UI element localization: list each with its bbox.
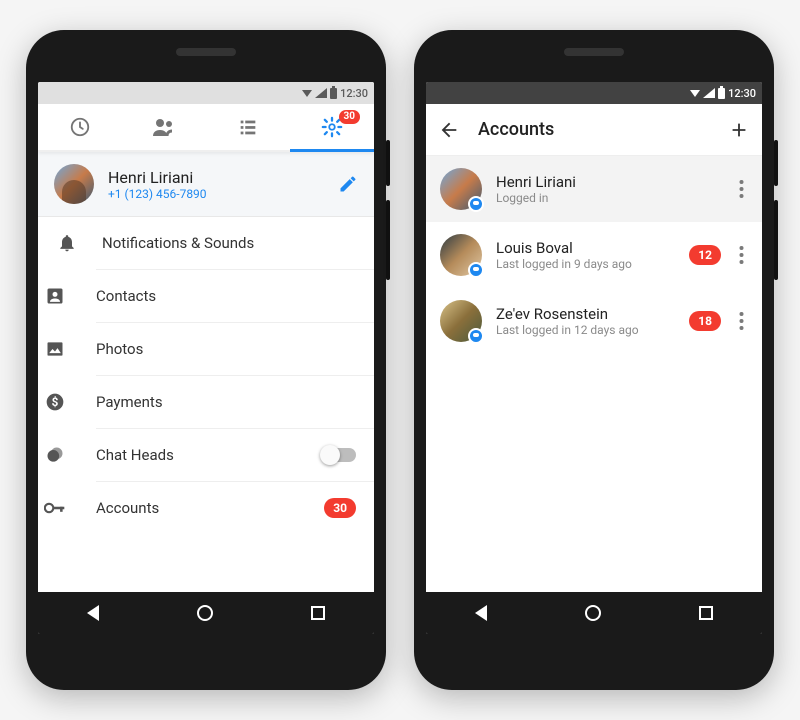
settings-item-label: Notifications & Sounds bbox=[102, 234, 356, 252]
battery-icon bbox=[718, 88, 725, 99]
account-row[interactable]: Henri Liriani Logged in bbox=[426, 156, 762, 222]
android-navbar bbox=[426, 592, 762, 634]
account-avatar bbox=[440, 234, 482, 276]
account-name: Ze'ev Rosenstein bbox=[496, 305, 639, 323]
settings-item-contacts[interactable]: Contacts bbox=[96, 269, 374, 322]
account-avatar bbox=[440, 168, 482, 210]
settings-item-label: Chat Heads bbox=[96, 446, 298, 464]
settings-item-label: Payments bbox=[96, 393, 356, 411]
account-row[interactable]: Ze'ev Rosenstein Last logged in 12 days … bbox=[426, 288, 762, 354]
account-badge: 12 bbox=[689, 245, 721, 265]
tab-recent[interactable] bbox=[38, 104, 122, 150]
account-name: Henri Liriani bbox=[496, 173, 576, 191]
tab-list[interactable] bbox=[206, 104, 290, 150]
plus-icon bbox=[728, 119, 750, 141]
chathead-icon bbox=[38, 445, 72, 465]
messenger-badge-icon bbox=[468, 262, 484, 278]
tab-settings[interactable]: 30 bbox=[290, 104, 374, 150]
nav-home-icon[interactable] bbox=[197, 605, 213, 621]
profile-name: Henri Liriani bbox=[108, 168, 207, 187]
nav-back-icon[interactable] bbox=[87, 605, 99, 621]
more-icon[interactable] bbox=[735, 246, 748, 264]
phone-settings: 12:30 30 Henri Liriani +1 (123) 456-7890 bbox=[26, 30, 386, 690]
tab-settings-badge: 30 bbox=[339, 110, 360, 124]
wifi-icon bbox=[690, 90, 700, 97]
settings-item-notifications[interactable]: Notifications & Sounds bbox=[38, 217, 374, 269]
tab-people[interactable] bbox=[122, 104, 206, 150]
clock-icon bbox=[69, 116, 91, 138]
settings-item-label: Contacts bbox=[96, 287, 356, 305]
account-row[interactable]: Louis Boval Last logged in 9 days ago 12 bbox=[426, 222, 762, 288]
add-account-button[interactable] bbox=[728, 119, 750, 141]
list-icon bbox=[237, 116, 259, 138]
people-icon bbox=[151, 116, 177, 138]
settings-item-accounts[interactable]: Accounts 30 bbox=[96, 481, 374, 534]
messenger-badge-icon bbox=[468, 196, 484, 212]
account-badge: 18 bbox=[689, 311, 721, 331]
signal-icon bbox=[703, 88, 715, 98]
account-avatar bbox=[440, 300, 482, 342]
page-title: Accounts bbox=[478, 119, 710, 140]
settings-item-label: Accounts bbox=[96, 499, 300, 517]
nav-recent-icon[interactable] bbox=[311, 606, 325, 620]
nav-home-icon[interactable] bbox=[585, 605, 601, 621]
signal-icon bbox=[315, 88, 327, 98]
contact-icon bbox=[38, 286, 72, 306]
settings-list: Notifications & Sounds Contacts Photos $… bbox=[38, 217, 374, 634]
nav-recent-icon[interactable] bbox=[699, 606, 713, 620]
edit-icon[interactable] bbox=[338, 174, 358, 194]
messenger-badge-icon bbox=[468, 328, 484, 344]
wifi-icon bbox=[302, 90, 312, 97]
account-status: Last logged in 12 days ago bbox=[496, 323, 639, 337]
phone-accounts: 12:30 Accounts Henri Liriani Logged in bbox=[414, 30, 774, 690]
chatheads-toggle[interactable] bbox=[322, 448, 356, 462]
settings-item-payments[interactable]: $ Payments bbox=[96, 375, 374, 428]
status-time: 12:30 bbox=[728, 87, 756, 100]
dollar-icon: $ bbox=[38, 392, 72, 412]
tab-bar: 30 bbox=[38, 104, 374, 152]
profile-phone: +1 (123) 456-7890 bbox=[108, 187, 207, 201]
bell-icon bbox=[56, 233, 78, 253]
profile-avatar bbox=[54, 164, 94, 204]
profile-row[interactable]: Henri Liriani +1 (123) 456-7890 bbox=[38, 152, 374, 217]
more-icon[interactable] bbox=[735, 180, 748, 198]
settings-item-chatheads[interactable]: Chat Heads bbox=[96, 428, 374, 481]
account-status: Last logged in 9 days ago bbox=[496, 257, 632, 271]
android-navbar bbox=[38, 592, 374, 634]
key-icon bbox=[38, 498, 72, 518]
status-time: 12:30 bbox=[340, 87, 368, 100]
back-button[interactable] bbox=[438, 119, 460, 141]
battery-icon bbox=[330, 88, 337, 99]
image-icon bbox=[38, 339, 72, 359]
nav-back-icon[interactable] bbox=[475, 605, 487, 621]
account-status: Logged in bbox=[496, 191, 576, 205]
settings-item-photos[interactable]: Photos bbox=[96, 322, 374, 375]
accounts-badge: 30 bbox=[324, 498, 356, 518]
arrow-left-icon bbox=[438, 119, 460, 141]
status-bar: 12:30 bbox=[38, 82, 374, 104]
account-name: Louis Boval bbox=[496, 239, 632, 257]
svg-text:$: $ bbox=[52, 395, 59, 409]
accounts-list: Henri Liriani Logged in Louis Boval Last… bbox=[426, 156, 762, 634]
accounts-topbar: Accounts bbox=[426, 104, 762, 156]
more-icon[interactable] bbox=[735, 312, 748, 330]
settings-item-label: Photos bbox=[96, 340, 356, 358]
status-bar: 12:30 bbox=[426, 82, 762, 104]
